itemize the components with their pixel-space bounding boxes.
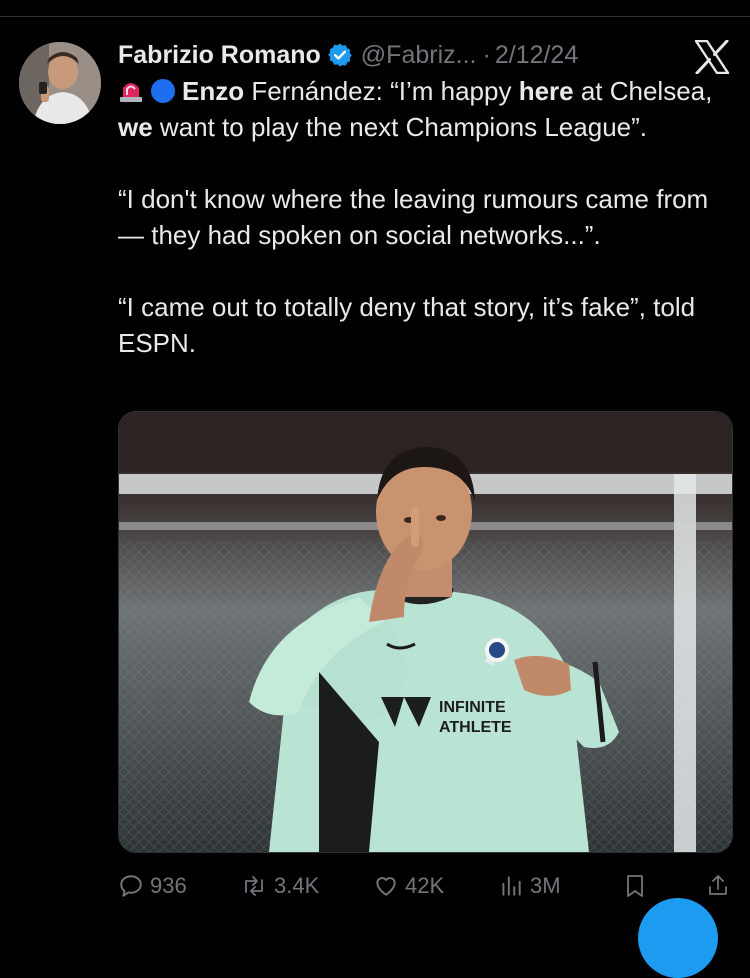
repost-button[interactable]: 3.4K [240, 866, 319, 906]
tweet-paragraph-2: “I don't know where the leaving rumours … [118, 184, 709, 250]
author-handle[interactable]: @Fabriz... [361, 41, 477, 70]
reply-button[interactable]: 936 [118, 866, 187, 906]
text-segment: at Chelsea, [573, 76, 713, 106]
tweet-paragraph-1: Enzo Fernández: “I’m happy here at Chels… [118, 73, 728, 145]
repost-count: 3.4K [274, 873, 320, 898]
top-divider [0, 16, 750, 17]
reply-icon [120, 875, 142, 897]
text-bold-enzo: Enzo [182, 76, 245, 106]
action-bar: 936 3.4K 42K 3M [118, 866, 738, 906]
reply-count: 936 [150, 873, 187, 898]
siren-emoji-icon [118, 77, 144, 103]
bookmark-icon [627, 875, 643, 897]
like-button[interactable]: 42K [373, 866, 444, 906]
author-name[interactable]: Fabrizio Romano [118, 41, 321, 70]
author-avatar[interactable] [19, 42, 101, 124]
share-icon [709, 875, 727, 895]
x-logo-icon[interactable] [694, 39, 730, 75]
compose-fab-button[interactable] [638, 898, 718, 978]
text-segment: Fernández: “I’m happy [244, 76, 519, 106]
tweet-body: Enzo Fernández: “I’m happy here at Chels… [118, 73, 728, 361]
bookmark-button[interactable] [623, 866, 653, 906]
views-button[interactable]: 3M [498, 866, 561, 906]
tweet-header: Fabrizio Romano @Fabriz... · 2/12/24 [118, 35, 578, 75]
tweet-date[interactable]: 2/12/24 [495, 41, 578, 70]
text-bold-we: we [118, 112, 153, 142]
share-button[interactable] [706, 866, 736, 906]
text-segment: want to play the next Champions League”. [152, 112, 647, 142]
tweet-photo[interactable]: INFINITE ATHLETE [118, 411, 733, 853]
heart-icon [376, 877, 396, 896]
blue-circle-emoji-icon [150, 77, 176, 103]
header-separator: · [482, 40, 491, 69]
verified-badge-icon [327, 42, 353, 68]
text-bold-here: here [518, 76, 574, 106]
kit-sponsor-line-2: ATHLETE [439, 719, 512, 736]
like-count: 42K [405, 873, 445, 898]
views-chart-icon [502, 876, 521, 896]
repost-icon [245, 876, 263, 896]
tweet-paragraph-3: “I came out to totally deny that story, … [118, 292, 696, 358]
kit-sponsor-line-1: INFINITE [439, 699, 506, 716]
views-count: 3M [530, 873, 561, 898]
